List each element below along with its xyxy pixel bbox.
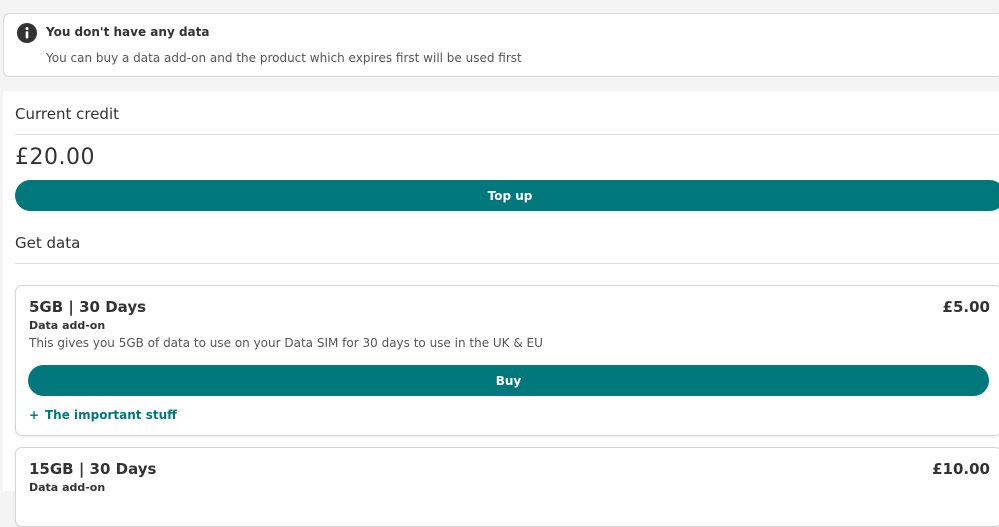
product-card-5gb: 5GB | 30 Days £5.00 Data add-on This giv… — [15, 285, 999, 436]
product-price: £10.00 — [932, 460, 990, 478]
main-panel: Current credit £20.00 Top up Get data 5G… — [3, 91, 999, 527]
product-type: Data add-on — [29, 481, 106, 494]
divider — [15, 263, 999, 264]
notice-title: You don't have any data — [46, 25, 210, 39]
get-data-heading: Get data — [15, 234, 81, 252]
plus-icon: + — [29, 408, 40, 422]
product-price: £5.00 — [942, 298, 990, 316]
current-credit-heading: Current credit — [15, 105, 119, 123]
important-stuff-toggle[interactable]: + The important stuff — [29, 408, 177, 422]
notice-message: You can buy a data add-on and the produc… — [46, 51, 522, 65]
important-stuff-label: The important stuff — [45, 408, 177, 422]
credit-amount: £20.00 — [15, 145, 95, 170]
product-description: This gives you 5GB of data to use on you… — [29, 336, 543, 350]
product-type: Data add-on — [29, 319, 106, 332]
info-icon — [17, 23, 37, 43]
no-data-notice: You don't have any data You can buy a da… — [3, 13, 999, 77]
top-up-button[interactable]: Top up — [15, 180, 999, 211]
product-title: 5GB | 30 Days — [29, 298, 147, 316]
product-card-15gb: 15GB | 30 Days £10.00 Data add-on — [15, 447, 999, 527]
buy-button[interactable]: Buy — [28, 365, 989, 396]
product-title: 15GB | 30 Days — [29, 460, 157, 478]
divider — [15, 134, 999, 135]
